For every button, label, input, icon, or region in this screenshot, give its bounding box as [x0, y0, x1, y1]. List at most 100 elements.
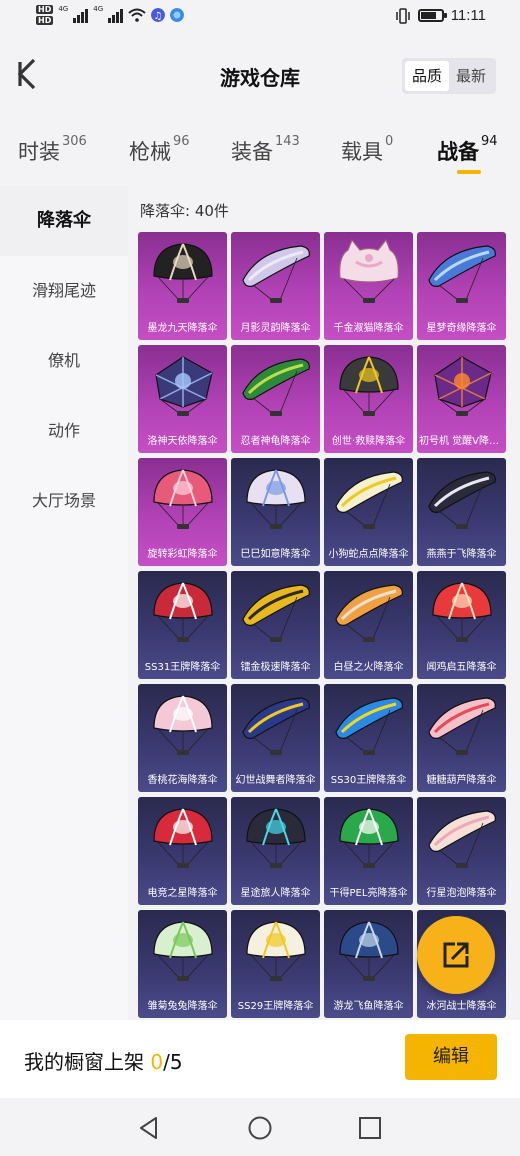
parachute-card[interactable]: 闻鸡启五降落伞: [417, 571, 506, 679]
parachute-image: [335, 584, 403, 642]
sidebar-item-lobby-scene[interactable]: 大厅场景: [0, 466, 128, 536]
tab-count: 0: [385, 134, 394, 149]
parachute-card[interactable]: 雏菊兔兔降落伞: [138, 910, 227, 1018]
parachute-card[interactable]: 燕燕于飞降落伞: [417, 458, 506, 566]
parachute-image: [339, 808, 399, 868]
parachute-card[interactable]: 香桃花海降落伞: [138, 684, 227, 792]
parachute-image: [246, 469, 306, 529]
parachute-name: 小狗蛇点点降落伞: [328, 549, 409, 560]
network-type: 4G: [58, 5, 69, 13]
parachute-image: [339, 238, 399, 303]
nav-recent-square-icon[interactable]: [357, 1115, 383, 1141]
parachute-name: 冰河战士降落伞: [426, 1001, 497, 1012]
showcase-status: 我的橱窗上架 0/5: [24, 1046, 183, 1075]
parachute-image: [153, 808, 213, 868]
music-app-icon: ♫: [151, 8, 166, 22]
parachute-name: 镭金极速降落伞: [240, 662, 311, 673]
parachute-card[interactable]: 洛神天依降落伞: [138, 345, 227, 453]
svg-text:♫: ♫: [154, 11, 163, 22]
tab-count: 94: [481, 134, 498, 149]
parachute-image: [242, 245, 310, 303]
showcase-total: /5: [163, 1050, 183, 1074]
parachute-image: [335, 471, 403, 529]
parachute-card[interactable]: 电竞之星降落伞: [138, 797, 227, 905]
parachute-name: SS29王牌降落伞: [237, 1001, 314, 1012]
parachute-card[interactable]: 千金淑猫降落伞: [324, 232, 413, 340]
tab-battle-gear[interactable]: 战备 94: [437, 134, 498, 166]
parachute-card[interactable]: 白昼之火降落伞: [324, 571, 413, 679]
parachute-card[interactable]: SS30王牌降落伞: [324, 684, 413, 792]
sort-latest-button[interactable]: 最新: [449, 61, 493, 91]
tab-label: 载具: [341, 140, 383, 164]
hd-badge: HD: [36, 5, 54, 14]
parachute-image: [428, 810, 496, 868]
category-tabs: 时装 306 枪械 96 装备 143 载具 0 战备 94: [0, 116, 520, 186]
tab-count: 306: [62, 134, 87, 149]
tab-equipment[interactable]: 装备 143: [231, 134, 300, 166]
parachute-card[interactable]: 忍者神龟降落伞: [231, 345, 320, 453]
parachute-card[interactable]: 星梦奇缘降落伞: [417, 232, 506, 340]
wifi-icon: [128, 8, 146, 22]
showcase-current: 0: [150, 1050, 164, 1074]
parachute-card[interactable]: 星途旅人降落伞: [231, 797, 320, 905]
parachute-card[interactable]: 游龙飞鱼降落伞: [324, 910, 413, 1018]
parachute-image: [242, 697, 310, 755]
parachute-card[interactable]: 旋转彩虹降落伞: [138, 458, 227, 566]
parachute-image: [242, 584, 310, 642]
nav-back-triangle-icon[interactable]: [136, 1115, 162, 1141]
parachute-card[interactable]: 小狗蛇点点降落伞: [324, 458, 413, 566]
parachute-name: 千金淑猫降落伞: [333, 323, 404, 334]
nav-home-circle-icon[interactable]: [247, 1115, 273, 1141]
share-out-icon: [443, 942, 469, 968]
parachute-card[interactable]: SS31王牌降落伞: [138, 571, 227, 679]
status-left: HD HD 4G 4G ♫: [36, 5, 185, 25]
sidebar-item-wingman[interactable]: 僚机: [0, 326, 128, 396]
tab-fashion[interactable]: 时装 306: [18, 134, 87, 166]
parachute-card[interactable]: 干得PEL亮降落伞: [324, 797, 413, 905]
header: 游戏仓库 品质 最新: [0, 36, 520, 116]
parachute-name: 创世·救赎降落伞: [331, 436, 406, 447]
active-tab-indicator: [457, 170, 481, 174]
parachute-card[interactable]: 创世·救赎降落伞: [324, 345, 413, 453]
parachute-image: [339, 921, 399, 981]
parachute-image: [335, 697, 403, 755]
sidebar: 降落伞 滑翔尾迹 僚机 动作 大厅场景: [0, 186, 128, 1020]
tab-label: 装备: [231, 140, 273, 164]
sort-toggle: 品质 最新: [401, 58, 496, 94]
parachute-card[interactable]: 初号机 觉醒V降落伞: [417, 345, 506, 453]
parachute-card[interactable]: 糖糖葫芦降落伞: [417, 684, 506, 792]
parachute-name: 电竞之星降落伞: [147, 888, 218, 899]
parachute-image: [432, 582, 492, 642]
sort-quality-button[interactable]: 品质: [404, 61, 449, 91]
parachute-image: [428, 697, 496, 755]
parachute-name: 幻世战舞者降落伞: [235, 775, 316, 786]
parachute-image: [153, 469, 213, 529]
parachute-card[interactable]: 镭金极速降落伞: [231, 571, 320, 679]
parachute-image: [155, 356, 213, 416]
sidebar-item-parachute[interactable]: 降落伞: [0, 186, 128, 256]
parachute-card[interactable]: 幻世战舞者降落伞: [231, 684, 320, 792]
parachute-card[interactable]: SS29王牌降落伞: [231, 910, 320, 1018]
network-type: 4G: [93, 5, 104, 13]
hd-badges: HD HD: [36, 5, 54, 25]
parachute-card[interactable]: 月影灵韵降落伞: [231, 232, 320, 340]
vibrate-icon: [395, 7, 410, 24]
tab-label: 枪械: [129, 140, 171, 164]
parachute-card[interactable]: 巳巳如意降落伞: [231, 458, 320, 566]
bottom-bar: 我的橱窗上架 0/5 编辑: [0, 1020, 520, 1098]
parachute-image: [246, 808, 306, 868]
signal-icon: [73, 7, 89, 23]
parachute-card[interactable]: 行星泡泡降落伞: [417, 797, 506, 905]
sidebar-item-emote[interactable]: 动作: [0, 396, 128, 466]
parachute-card[interactable]: 墨龙九天降落伞: [138, 232, 227, 340]
edit-button[interactable]: 编辑: [405, 1034, 497, 1080]
tab-guns[interactable]: 枪械 96: [129, 134, 190, 166]
parachute-name: 洛神天依降落伞: [147, 436, 218, 447]
sidebar-item-glide-trail[interactable]: 滑翔尾迹: [0, 256, 128, 326]
parachute-name: 行星泡泡降落伞: [426, 888, 497, 899]
parachute-image: [153, 921, 213, 981]
status-right: 11:11: [395, 7, 486, 24]
parachute-name: 白昼之火降落伞: [333, 662, 404, 673]
tab-vehicles[interactable]: 载具 0: [341, 134, 394, 166]
share-button[interactable]: [417, 916, 495, 994]
